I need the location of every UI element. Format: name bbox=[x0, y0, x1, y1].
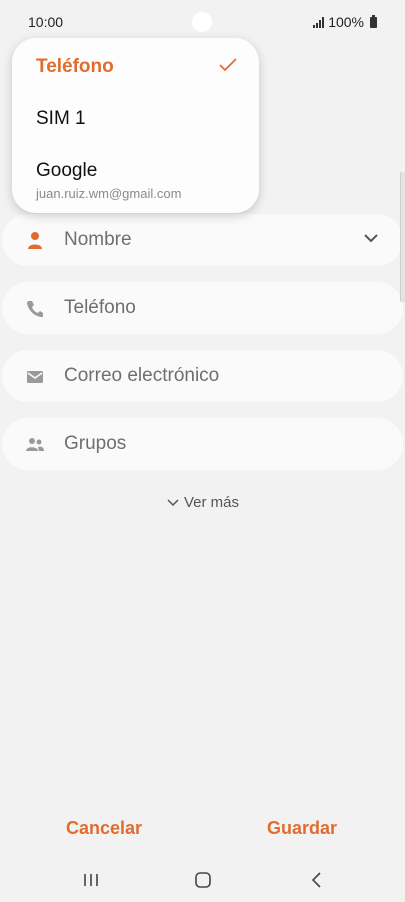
name-field[interactable]: Nombre bbox=[2, 214, 403, 266]
save-button[interactable]: Guardar bbox=[267, 818, 337, 839]
recent-apps-icon[interactable] bbox=[80, 870, 102, 890]
battery-icon bbox=[370, 14, 377, 28]
menu-item-telefono[interactable]: Teléfono bbox=[36, 56, 237, 78]
status-time: 10:00 bbox=[28, 14, 64, 30]
groups-label: Grupos bbox=[64, 433, 127, 454]
account-menu: Teléfono SIM 1 Google juan.ruiz.wm@gmail… bbox=[12, 38, 259, 213]
phone-placeholder: Teléfono bbox=[64, 297, 136, 318]
battery-percent: 100% bbox=[328, 14, 364, 30]
phone-field[interactable]: Teléfono bbox=[2, 282, 403, 334]
cancel-button[interactable]: Cancelar bbox=[66, 818, 142, 839]
menu-item-label: Teléfono bbox=[36, 56, 114, 77]
google-account-email: juan.ruiz.wm@gmail.com bbox=[36, 186, 182, 201]
signal-icon bbox=[313, 16, 325, 28]
email-icon bbox=[27, 371, 43, 383]
group-icon bbox=[26, 438, 44, 451]
person-icon bbox=[28, 232, 42, 249]
status-indicators: 100% bbox=[313, 14, 377, 30]
menu-item-label: Google bbox=[36, 160, 98, 181]
email-placeholder: Correo electrónico bbox=[64, 365, 220, 386]
see-more-label: Ver más bbox=[183, 494, 240, 511]
back-icon[interactable] bbox=[306, 870, 328, 890]
groups-field[interactable]: Grupos bbox=[2, 418, 403, 470]
chevron-down-icon[interactable] bbox=[361, 228, 381, 248]
phone-icon bbox=[27, 301, 43, 317]
navigation-bar bbox=[0, 858, 405, 902]
scroll-handle[interactable] bbox=[400, 172, 405, 302]
name-placeholder: Nombre bbox=[64, 229, 132, 250]
menu-item-label: SIM 1 bbox=[36, 108, 86, 129]
check-icon bbox=[219, 58, 237, 72]
menu-item-sim1[interactable]: SIM 1 bbox=[36, 108, 237, 130]
front-camera bbox=[192, 12, 212, 32]
menu-item-google[interactable]: Google juan.ruiz.wm@gmail.com bbox=[36, 160, 237, 201]
email-field[interactable]: Correo electrónico bbox=[2, 350, 403, 402]
home-icon[interactable] bbox=[192, 870, 214, 890]
chevron-down-icon bbox=[167, 499, 179, 507]
see-more-button[interactable]: Ver más bbox=[0, 494, 405, 511]
